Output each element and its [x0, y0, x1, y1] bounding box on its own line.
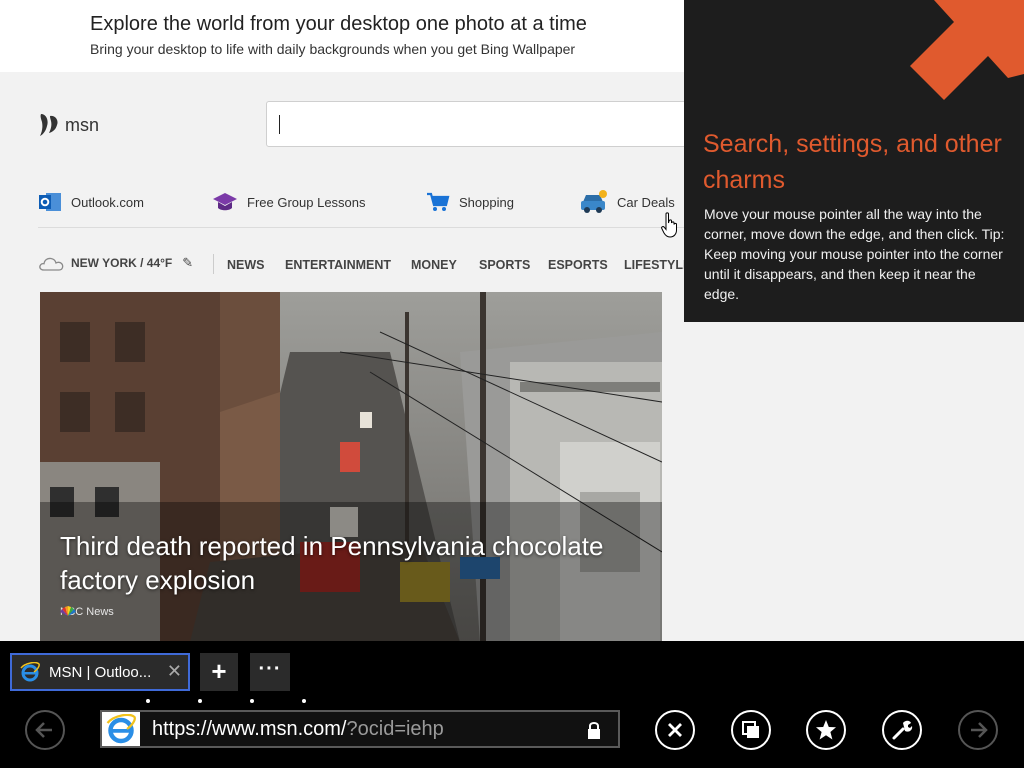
quick-link-label: Free Group Lessons — [247, 194, 366, 210]
url-path: ?ocid=iehp — [346, 718, 444, 740]
divider — [38, 227, 684, 228]
back-icon — [35, 722, 52, 738]
car-icon — [581, 190, 607, 213]
shopping-cart-icon — [427, 192, 450, 211]
corner-arrow-icon — [910, 0, 1024, 100]
msn-butterfly-icon — [40, 114, 58, 136]
nav-item-news[interactable]: NEWS — [227, 258, 265, 272]
tab-title: MSN | Outloo... — [49, 663, 152, 681]
banner-title: Explore the world from your desktop one … — [90, 13, 587, 35]
tabs-button[interactable] — [731, 710, 771, 750]
site-ie-icon — [102, 712, 140, 746]
quick-link-shopping[interactable]: Shopping — [426, 188, 514, 216]
hero-story-card[interactable]: Third death reported in Pennsylvania cho… — [40, 292, 662, 642]
back-button[interactable] — [25, 710, 65, 750]
address-bar[interactable]: https://www.msn.com/?ocid=iehp — [100, 710, 620, 748]
stop-button[interactable] — [655, 710, 695, 750]
banner-subtitle: Bring your desktop to life with daily ba… — [90, 41, 576, 57]
cloud-icon — [39, 257, 64, 271]
charms-tip-panel: Search, settings, and other charms Move … — [684, 0, 1024, 322]
msn-logo-text: msn — [65, 114, 100, 135]
charms-tip-title: Search, settings, and other charms — [703, 130, 1002, 194]
forward-button[interactable] — [958, 710, 998, 750]
quick-link-label: Shopping — [459, 194, 514, 210]
page-indicator-dots — [146, 699, 316, 705]
weather-widget[interactable]: NEW YORK / 44°F ✎ — [38, 255, 193, 271]
tabs-icon — [742, 721, 759, 738]
tab-msn[interactable]: MSN | Outloo... ✕ — [10, 653, 190, 691]
text-caret — [279, 115, 280, 134]
favorites-button[interactable] — [806, 710, 846, 750]
ie-app-bar: MSN | Outloo... ✕ + ··· https://www.msn.… — [0, 641, 1024, 768]
url-text[interactable]: https://www.msn.com/?ocid=iehp — [152, 718, 444, 741]
nav-separator — [213, 254, 214, 274]
nav-item-entertainment[interactable]: ENTERTAINMENT — [285, 258, 391, 272]
hero-source: NBC News — [60, 606, 114, 618]
charms-tip-body: Move your mouse pointer all the way into… — [704, 206, 1005, 302]
ie-logo-icon — [20, 662, 40, 682]
nav-item-esports[interactable]: ESPORTS — [548, 258, 608, 272]
lock-icon[interactable] — [586, 720, 602, 740]
hand-cursor-icon — [661, 212, 677, 238]
nav-item-sports[interactable]: SPORTS — [479, 258, 530, 272]
search-input[interactable] — [266, 101, 696, 147]
url-host: https://www.msn.com/ — [152, 718, 347, 740]
category-nav: NEW YORK / 44°F ✎ NEWS ENTERTAINMENT MON… — [38, 252, 684, 276]
forward-icon — [971, 722, 988, 738]
quick-link-outlook[interactable]: Outlook.com — [38, 188, 144, 216]
outlook-icon — [39, 193, 61, 211]
msn-logo[interactable]: msn — [38, 112, 99, 138]
nbc-peacock-icon — [60, 606, 76, 616]
tools-button[interactable] — [882, 710, 922, 750]
favorites-icon — [816, 720, 836, 740]
nav-item-lifestyle[interactable]: LIFESTYLE — [624, 258, 684, 272]
ie-logo-icon — [106, 714, 136, 744]
hero-headline[interactable]: Third death reported in Pennsylvania cho… — [60, 529, 660, 597]
quick-link-label: Car Deals — [617, 194, 675, 210]
tools-icon — [892, 720, 913, 740]
tab-options-button[interactable]: ··· — [250, 653, 290, 691]
new-tab-button[interactable]: + — [200, 653, 238, 691]
quick-link-group-lessons[interactable]: Free Group Lessons — [212, 188, 366, 216]
nav-item-money[interactable]: MONEY — [411, 258, 457, 272]
quick-link-label: Outlook.com — [71, 194, 144, 210]
stop-icon — [668, 723, 682, 737]
weather-label: NEW YORK / 44°F — [71, 256, 173, 270]
pencil-icon[interactable]: ✎ — [182, 255, 193, 271]
graduation-cap-icon — [213, 193, 237, 211]
close-tab-icon[interactable]: ✕ — [167, 661, 182, 682]
